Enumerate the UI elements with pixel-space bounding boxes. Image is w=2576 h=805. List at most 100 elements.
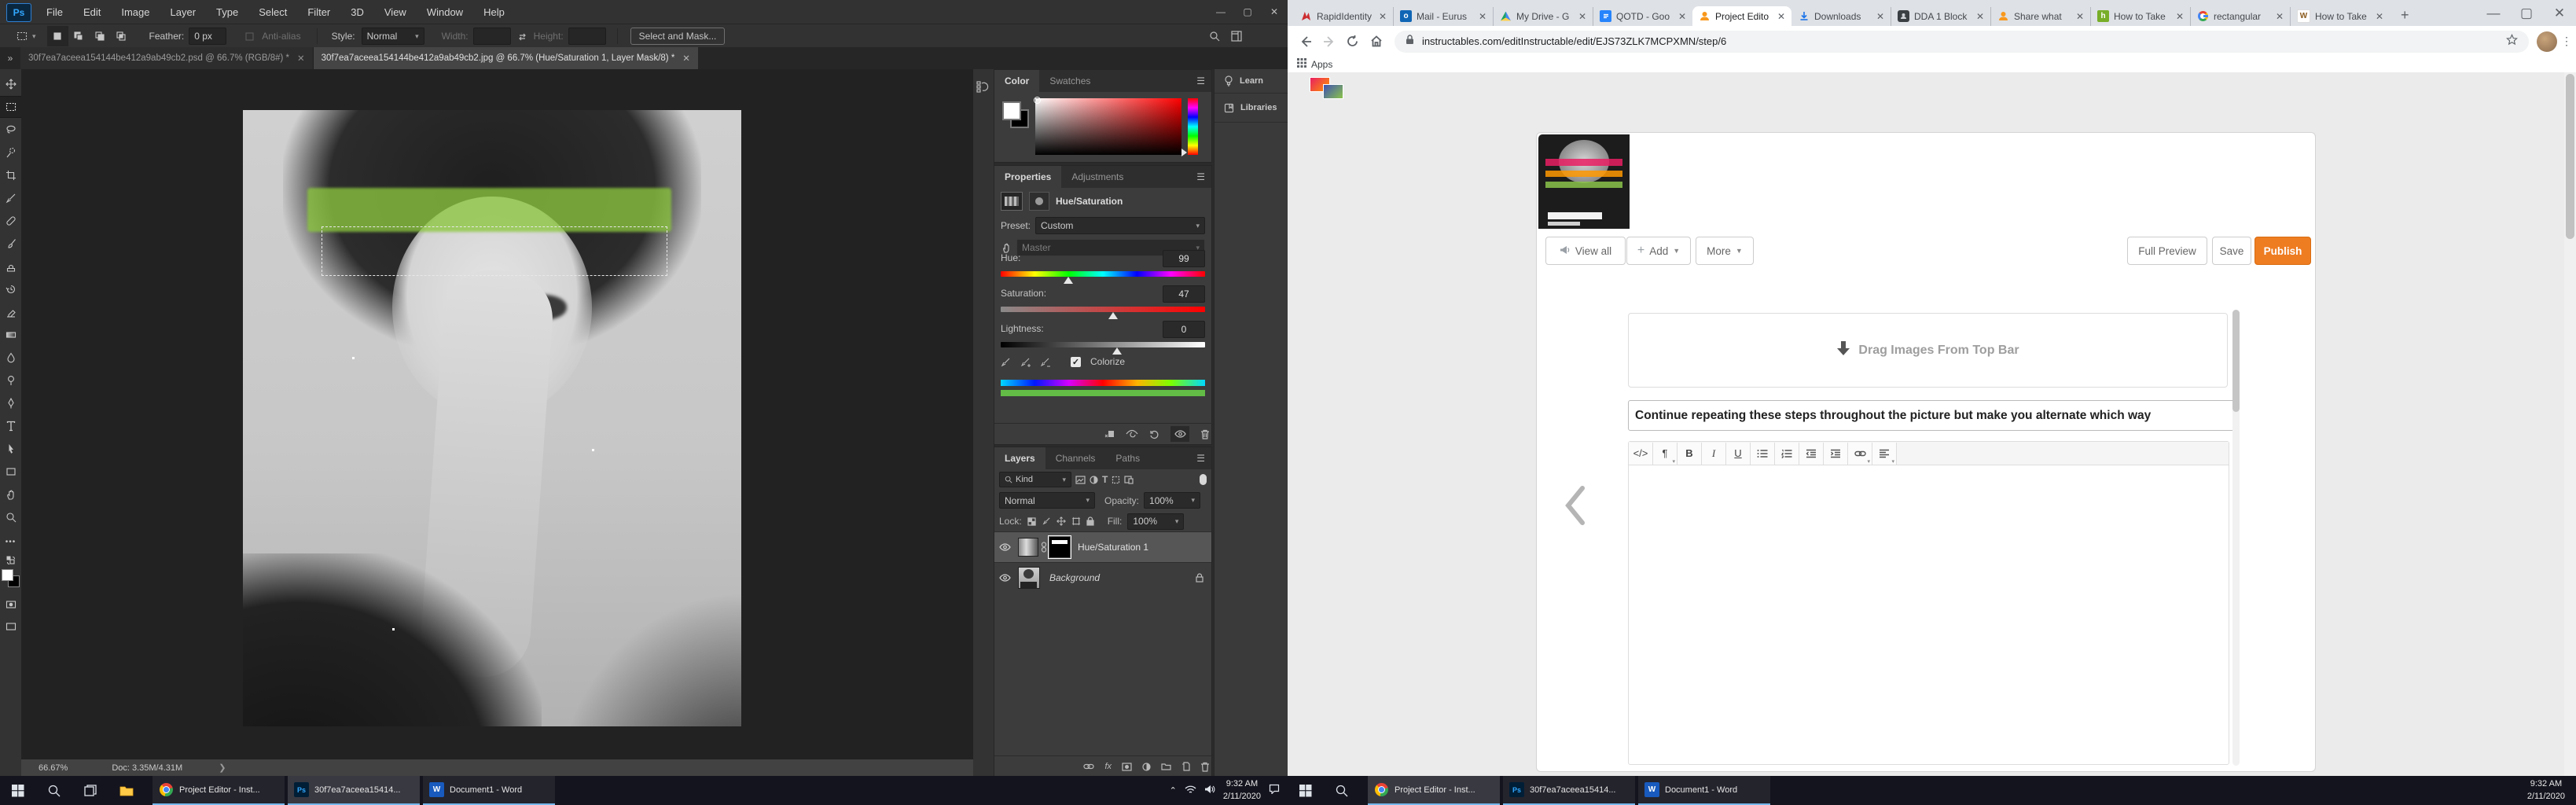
tray-expand-icon[interactable]: ⌃	[1170, 785, 1177, 796]
new-adjustment-layer-icon[interactable]	[1142, 762, 1151, 771]
menu-item[interactable]: File	[36, 6, 73, 18]
tool-preset-caret-icon[interactable]: ▾	[32, 32, 36, 41]
volume-icon[interactable]	[1204, 784, 1215, 798]
reload-icon[interactable]	[1341, 30, 1365, 53]
close-tab-icon[interactable]: ✕	[2276, 11, 2284, 22]
hue-strip[interactable]	[1181, 98, 1198, 156]
close-tab-icon[interactable]: ✕	[1678, 11, 1686, 22]
menu-item[interactable]: Type	[206, 6, 248, 18]
lightness-slider[interactable]	[1001, 342, 1205, 347]
lock-all-icon[interactable]	[1086, 516, 1094, 526]
eyedropper-plus-icon[interactable]	[1020, 357, 1031, 367]
new-selection-icon[interactable]	[46, 26, 68, 46]
uploaded-image-chip[interactable]	[1323, 84, 1343, 99]
edit-toolbar-icon[interactable]: •••	[0, 531, 21, 552]
indent-icon[interactable]	[1824, 442, 1848, 465]
layer-name[interactable]: Background	[1049, 572, 1100, 583]
browser-tab[interactable]: My Drive - G ✕	[1493, 6, 1593, 26]
adjustment-layer-thumbnail[interactable]	[1018, 538, 1038, 557]
maximize-icon[interactable]: ▢	[2510, 2, 2543, 25]
close-tab-icon[interactable]: ✕	[2176, 11, 2184, 22]
wifi-icon[interactable]	[1185, 784, 1196, 798]
bookmark-star-icon[interactable]	[2506, 33, 2518, 50]
swap-dimensions-icon[interactable]	[517, 31, 527, 42]
apps-grid-icon[interactable]	[1297, 57, 1306, 72]
adjustment-circle-icon[interactable]	[1029, 192, 1049, 211]
colorize-checkbox[interactable]: ✓	[1071, 356, 1081, 367]
step-thumbnail[interactable]	[1538, 134, 1630, 229]
editor-body[interactable]	[1629, 465, 2229, 764]
feather-input[interactable]: 0 px	[189, 28, 227, 45]
libraries-panel-button[interactable]: Libraries	[1215, 94, 1288, 123]
previous-step-chevron-icon[interactable]	[1564, 485, 1586, 530]
path-selection-tool[interactable]	[0, 439, 21, 459]
tab-paths[interactable]: Paths	[1105, 447, 1151, 469]
close-tab-icon[interactable]: ✕	[1876, 11, 1884, 22]
new-layer-icon[interactable]	[1181, 762, 1190, 771]
color-swatches-pair[interactable]	[1002, 101, 1029, 128]
marquee-tool-preset-icon[interactable]	[11, 26, 32, 46]
search-icon[interactable]	[1324, 776, 1360, 805]
publish-button[interactable]: Publish	[2254, 237, 2311, 265]
blend-mode-dropdown[interactable]: Normal ▾	[999, 492, 1095, 509]
delete-icon[interactable]	[1200, 429, 1210, 439]
card-scrollbar[interactable]	[2232, 310, 2240, 766]
url-text[interactable]: instructables.com/editInstructable/edit/…	[1422, 35, 2498, 47]
add-layer-mask-icon[interactable]	[1122, 762, 1132, 771]
reset-icon[interactable]	[1149, 429, 1159, 439]
layer-row-background[interactable]: Background	[994, 562, 1211, 593]
full-preview-button[interactable]: Full Preview	[2127, 237, 2207, 265]
foreground-color-swatch[interactable]	[2, 569, 13, 581]
padlock-icon[interactable]	[1406, 34, 1414, 49]
eraser-tool[interactable]	[0, 302, 21, 322]
close-tab-icon[interactable]: ✕	[1578, 11, 1586, 22]
lock-artboard-icon[interactable]	[1071, 516, 1081, 526]
browser-scrollbar[interactable]	[2564, 72, 2576, 776]
canvas-area[interactable]	[21, 69, 973, 759]
close-tab-icon[interactable]: ✕	[1379, 11, 1387, 22]
step-title-input[interactable]: Continue repeating these steps throughou…	[1628, 400, 2237, 431]
menu-item[interactable]: View	[374, 6, 417, 18]
bullet-list-icon[interactable]	[1751, 442, 1775, 465]
close-tab-icon[interactable]: ✕	[1479, 11, 1486, 22]
height-input[interactable]	[568, 28, 606, 45]
crop-tool[interactable]	[0, 165, 21, 186]
taskbar-app-word[interactable]: W Document1 - Word	[1638, 776, 1770, 805]
quick-mask-icon[interactable]	[0, 594, 21, 615]
eyedropper-minus-icon[interactable]	[1040, 357, 1050, 367]
link-icon[interactable]: ▾	[1848, 442, 1872, 465]
gradient-tool[interactable]	[0, 325, 21, 345]
opacity-dropdown[interactable]: 100% ▾	[1144, 492, 1201, 509]
filter-pixel-icon[interactable]	[1075, 475, 1086, 484]
search-icon[interactable]	[36, 776, 72, 805]
close-tab-icon[interactable]: ✕	[1976, 11, 1984, 22]
screen-mode-icon[interactable]	[0, 616, 21, 637]
rectangle-tool[interactable]	[0, 461, 21, 482]
color-picker-marker[interactable]	[1034, 97, 1041, 104]
canvas-photo[interactable]	[243, 110, 741, 726]
chrome-menu-icon[interactable]: ⋮	[2557, 30, 2576, 53]
menu-item[interactable]: Select	[248, 6, 297, 18]
forward-icon[interactable]	[1317, 30, 1341, 53]
workspace-switcher-icon[interactable]	[1231, 31, 1242, 42]
minimize-icon[interactable]: —	[2477, 2, 2510, 25]
apps-bookmark-label[interactable]: Apps	[1311, 59, 1332, 70]
swap-colors-icon[interactable]	[0, 550, 21, 571]
targeted-adjustment-icon[interactable]	[1001, 242, 1012, 253]
document-tab[interactable]: 30f7ea7aceea154144be412a9ab49cb2.psd @ 6…	[20, 47, 314, 69]
lasso-tool[interactable]	[0, 119, 21, 140]
saturation-slider[interactable]	[1001, 307, 1205, 312]
taskbar-app-photoshop[interactable]: Ps 30f7ea7aceea15414...	[288, 776, 420, 805]
lightness-value[interactable]: 0	[1163, 321, 1205, 338]
italic-icon[interactable]: I	[1702, 442, 1726, 465]
menu-item[interactable]: Image	[111, 6, 160, 18]
card-scrollbar-thumb[interactable]	[2232, 310, 2240, 412]
task-view-icon[interactable]	[72, 776, 108, 805]
panel-menu-icon[interactable]: ☰	[1196, 453, 1205, 464]
tab-layers[interactable]: Layers	[994, 447, 1045, 469]
browser-tab[interactable]: h How to Take ✕	[2090, 6, 2190, 26]
close-tab-icon[interactable]: ✕	[297, 53, 305, 64]
tab-properties[interactable]: Properties	[994, 166, 1062, 188]
tab-adjustments[interactable]: Adjustments	[1061, 166, 1134, 188]
numbered-list-icon[interactable]	[1775, 442, 1799, 465]
